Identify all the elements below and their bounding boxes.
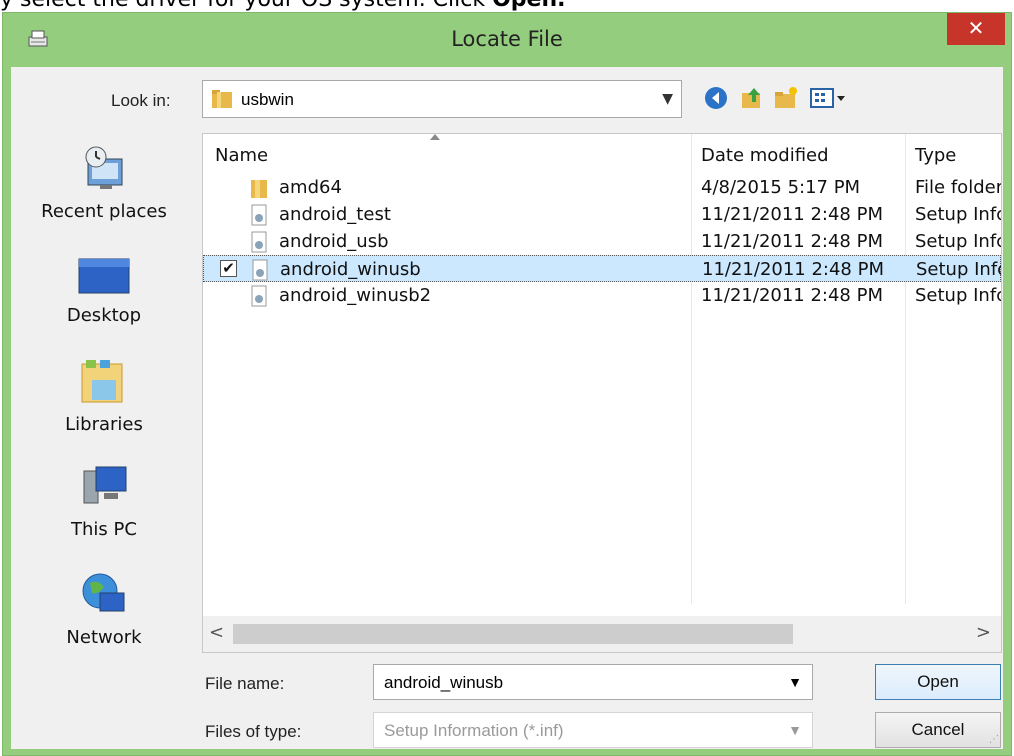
setup-info-file-icon [251, 204, 267, 226]
chevron-down-icon: ▼ [788, 722, 802, 738]
file-row[interactable]: android_winusb2 11/21/2011 2:48 PM Setup… [203, 282, 1001, 309]
place-this-pc[interactable]: This PC [11, 463, 197, 540]
place-desktop[interactable]: Desktop [11, 253, 197, 326]
places-bar: Recent places Desktop Libraries This PC … [11, 133, 197, 723]
column-header-date[interactable]: Date modified [701, 145, 829, 166]
dialog-client-area: Look in: usbwin ▼ Recent places Desktop … [11, 67, 1003, 749]
file-type: File folder [915, 177, 1002, 198]
file-name-label: File name: [205, 674, 285, 693]
chevron-down-icon[interactable]: ▼ [788, 674, 802, 690]
place-recent-places[interactable]: Recent places [11, 143, 197, 222]
look-in-label: Look in: [111, 91, 171, 110]
file-type: Setup Infc [915, 231, 1002, 252]
place-label: Desktop [66, 305, 142, 326]
file-date: 11/21/2011 2:48 PM [702, 259, 884, 280]
scroll-right-icon[interactable]: > [976, 622, 991, 643]
file-type-select[interactable]: Setup Information (*.inf) ▼ [373, 712, 813, 748]
file-row[interactable]: android_test 11/21/2011 2:48 PM Setup In… [203, 201, 1001, 228]
scrollbar-thumb[interactable] [233, 624, 793, 644]
locate-file-dialog: Locate File ✕ Look in: usbwin ▼ Recent p… [2, 12, 1012, 756]
desktop-icon [78, 258, 130, 294]
folder-icon [212, 90, 232, 108]
chevron-down-icon: ▼ [662, 91, 673, 107]
file-date: 11/21/2011 2:48 PM [701, 285, 883, 306]
look-in-value: usbwin [241, 90, 294, 109]
view-menu-icon[interactable] [809, 85, 849, 111]
file-name: amd64 [279, 177, 342, 198]
libraries-icon [81, 360, 123, 403]
folder-icon [251, 180, 267, 198]
scroll-left-icon[interactable]: < [209, 622, 224, 643]
sort-ascending-icon [430, 134, 440, 140]
resize-grip-icon[interactable]: ⋰ [989, 734, 999, 745]
column-header-type[interactable]: Type [915, 145, 956, 166]
instruction-caption: y select the driver for your OS system. … [0, 0, 1014, 12]
place-network[interactable]: Network [11, 569, 197, 648]
file-name-value: android_winusb [384, 673, 504, 692]
file-name: android_winusb [280, 259, 421, 280]
look-in-combo[interactable]: usbwin ▼ [202, 80, 682, 118]
setup-info-file-icon [251, 285, 267, 307]
file-name-input[interactable]: android_winusb ▼ [373, 664, 813, 700]
new-folder-icon[interactable] [773, 85, 799, 111]
title-bar: Locate File ✕ [3, 13, 1011, 67]
file-type: Setup Infc [915, 285, 1002, 306]
file-date: 4/8/2015 5:17 PM [701, 177, 861, 198]
file-name: android_usb [279, 231, 389, 252]
place-label: Libraries [65, 414, 143, 435]
close-button[interactable]: ✕ [947, 13, 1005, 45]
file-list-header: Name Date modified Type [203, 134, 1001, 174]
cancel-button[interactable]: Cancel [875, 712, 1001, 748]
place-label: Recent places [41, 201, 167, 222]
file-type: Setup Infc [916, 259, 1002, 280]
file-name: android_test [279, 204, 391, 225]
open-button[interactable]: Open [875, 664, 1001, 700]
column-header-name[interactable]: Name [215, 145, 268, 166]
recent-places-icon [85, 146, 123, 189]
file-type-label: Files of type: [205, 722, 302, 741]
file-type: Setup Infc [915, 204, 1002, 225]
file-name: android_winusb2 [279, 285, 432, 306]
place-label: This PC [71, 519, 137, 540]
horizontal-scrollbar[interactable]: < > [203, 616, 1001, 652]
setup-info-file-icon [252, 259, 268, 281]
file-row[interactable]: amd64 4/8/2015 5:17 PM File folder [203, 174, 1001, 201]
this-pc-icon [83, 466, 127, 504]
file-row-selected[interactable]: ✔ android_winusb 11/21/2011 2:48 PM Setu… [203, 255, 1001, 282]
network-icon [82, 573, 125, 612]
file-date: 11/21/2011 2:48 PM [701, 204, 883, 225]
setup-info-file-icon [251, 231, 267, 253]
up-folder-icon[interactable] [739, 85, 765, 111]
file-list[interactable]: Name Date modified Type amd64 4/8/2015 5… [202, 133, 1002, 653]
file-date: 11/21/2011 2:48 PM [701, 231, 883, 252]
file-row[interactable]: android_usb 11/21/2011 2:48 PM Setup Inf… [203, 228, 1001, 255]
place-libraries[interactable]: Libraries [11, 358, 197, 435]
window-title: Locate File [451, 27, 563, 51]
row-checkbox[interactable]: ✔ [220, 260, 237, 277]
back-icon[interactable] [703, 85, 729, 111]
file-type-value: Setup Information (*.inf) [384, 721, 564, 740]
place-label: Network [66, 627, 142, 648]
